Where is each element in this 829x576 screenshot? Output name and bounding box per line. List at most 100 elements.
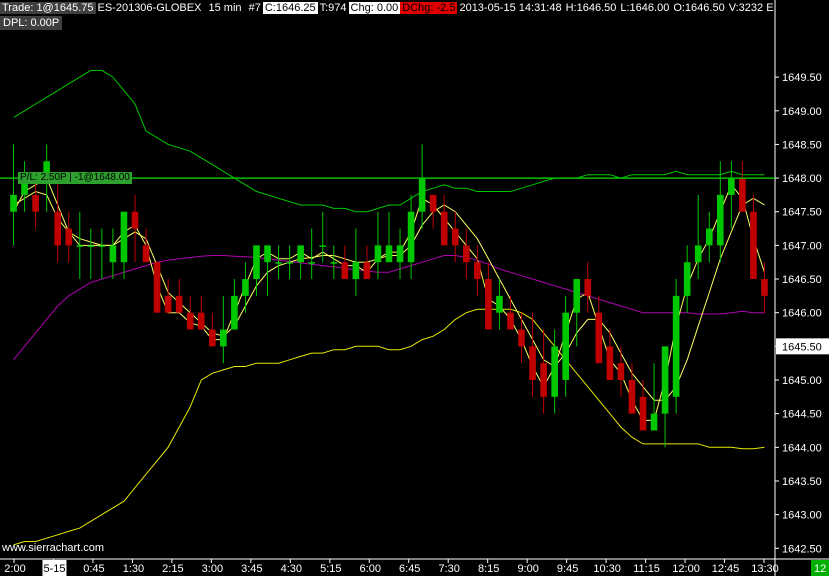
candle-body [275,262,282,264]
watermark: www.sierrachart.com [2,542,105,554]
candle-body [253,245,260,280]
candle-body [639,396,647,431]
interval: 15 min [208,2,242,14]
x-tick-label: 3:45 [241,563,262,575]
candle-body [739,178,746,212]
candle-body [65,228,73,246]
x-tick-label: 12:00 [672,563,700,575]
daily-change-value: DChg: -2.5 [400,2,458,14]
y-tick-label: 1648.50 [782,139,822,151]
candle-body [705,228,713,246]
x-tick-label: 7:30 [438,563,459,575]
candle-body [750,211,757,280]
position-pl-label[interactable]: P/L: 2.50P | -1@1648.00 [18,172,132,185]
current-price-label: 1645.50 [782,341,822,353]
candle-body [529,346,536,380]
candle-body [617,363,625,380]
x-tick-label: 2:00 [4,563,25,575]
candle-body [120,211,128,263]
candle-body [319,245,327,247]
candle-body [440,211,448,246]
candle-body [32,194,39,212]
price-axis: 1642.50 1643.00 1643.50 1644.00 1644.50 1645.… [775,72,829,555]
price-chart[interactable]: 1642.50 1643.00 1643.50 1644.00 1644.50 1645.… [0,0,829,576]
low-value: L:1646.00 [620,2,670,14]
y-tick-label: 1649.50 [782,72,822,84]
candle-body [650,413,658,431]
candle-body [716,194,724,246]
candle-body [396,245,404,263]
dpl-label: DPL: 0.00P [0,16,63,30]
candle-body [683,262,691,296]
x-tick-label: 13:30 [751,563,779,575]
y-tick-label: 1647.50 [782,207,822,219]
symbol: ES-201306-GLOBEX [97,2,202,14]
candle-body [264,245,271,263]
candle-body [98,245,106,247]
x-tick-label: 5:15 [320,563,341,575]
candle-body [562,312,570,380]
candle-body [87,245,95,247]
candle-body [462,245,470,263]
tick-count: T:974 [319,2,347,14]
candle-body [485,279,492,330]
y-tick-label: 1646.00 [782,308,822,320]
candle-body [231,295,238,330]
candle-body [595,312,603,364]
y-tick-label: 1644.00 [782,442,822,454]
candle-body [451,228,459,246]
candle-body [186,312,194,330]
chart-header: Trade: 1@1645.75 ES-201306-GLOBEX 15 min … [0,0,775,16]
trade-info: Trade: 1@1645.75 [0,2,96,14]
x-tick-label: 10:30 [593,563,621,575]
candle-body [474,262,481,280]
candle-body [374,245,382,263]
candle-body [297,245,304,263]
x-tick-label: 3:00 [202,563,223,575]
candle-body [672,295,680,397]
candle-body [242,279,249,296]
y-tick-label: 1647.00 [782,240,822,252]
x-tick-label: 6:45 [399,563,420,575]
candle-body [197,312,205,330]
candle-body [661,346,669,414]
candle-body [728,178,735,195]
candle-body [10,194,17,212]
chart-number: #7 [248,2,261,14]
candle-body [131,211,139,229]
candle-body [352,262,360,280]
close-value: C:1646.25 [262,2,318,14]
candle-body [573,279,581,313]
candle-body [761,279,768,296]
x-tick-label: 5-15 [43,563,65,575]
candle-body [584,279,592,296]
x-tick-label: 12:45 [712,563,740,575]
candle-body [540,363,547,397]
y-tick-label: 1645.00 [782,375,822,387]
candle-body [208,329,216,347]
y-tick-label: 1646.50 [782,274,822,286]
time-axis: 2:00 5-15 0:45 1:30 2:15 3:00 3:45 4:30 5:15 6:00… [4,559,829,576]
volume-value: V:3232 E [728,2,774,14]
candle-body [164,295,172,313]
x-tick-label: 4:30 [281,563,302,575]
y-tick-label: 1642.50 [782,543,822,555]
y-tick-label: 1649.00 [782,106,822,118]
candle-body [518,329,525,347]
candle-body [109,245,117,263]
x-tick-label: 2:15 [162,563,183,575]
candle-body [606,346,614,380]
y-tick-label: 1644.50 [782,409,822,421]
candle-body [551,346,558,397]
x-tick-label: 6:00 [360,563,381,575]
candle-body [694,245,702,263]
candle-body [308,262,316,264]
candle-body [507,312,514,330]
candle-body [496,295,503,313]
candle-body [76,245,84,247]
candle-body [175,295,183,313]
candle-body [628,380,636,414]
candle-body [153,262,161,313]
change-value: Chg: 0.00 [348,2,401,14]
datetime: 2013-05-15 14:31:48 [459,2,562,14]
